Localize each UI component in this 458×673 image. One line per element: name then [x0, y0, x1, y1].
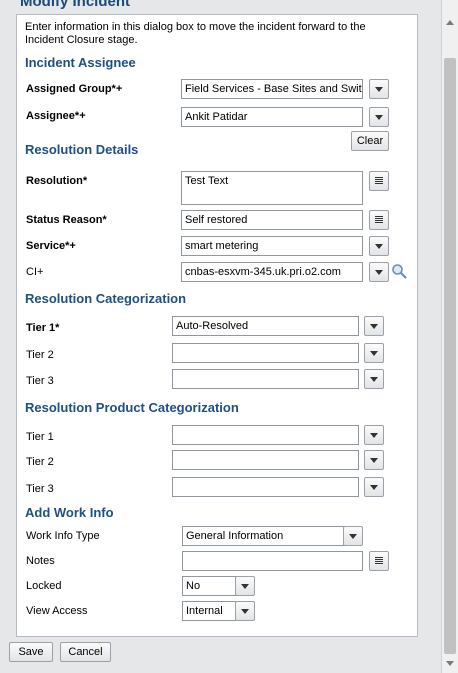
tier1-label: Tier 1* [26, 322, 60, 334]
view-access-select[interactable]: Internal [182, 601, 236, 621]
section-resolution-product-categorization: Resolution Product Categorization [25, 400, 239, 415]
dialog-title: Modify Incident [20, 0, 130, 10]
cancel-button[interactable]: Cancel [60, 642, 111, 662]
save-button[interactable]: Save [9, 642, 53, 662]
view-access-dropdown-button[interactable] [235, 601, 255, 621]
assigned-group-field[interactable]: Field Services - Base Sites and Switch [181, 79, 363, 99]
status-reason-list-button[interactable] [369, 210, 389, 230]
assignee-label: Assignee*+ [26, 110, 86, 122]
ci-dropdown-button[interactable] [369, 262, 389, 282]
ci-field[interactable]: cnbas-esxvm-345.uk.pri.o2.com [181, 262, 363, 282]
tier2-label: Tier 2 [26, 349, 54, 361]
product-tier3-label: Tier 3 [26, 483, 54, 495]
service-label: Service*+ [26, 240, 76, 252]
tier3-field[interactable] [172, 369, 359, 389]
product-tier1-dropdown-button[interactable] [364, 425, 384, 445]
service-dropdown-button[interactable] [369, 236, 389, 256]
view-access-label: View Access [26, 605, 88, 617]
notes-label: Notes [26, 555, 55, 567]
section-add-work-info: Add Work Info [25, 505, 114, 520]
assignee-dropdown-button[interactable] [369, 107, 389, 127]
scroll-up-arrow-icon[interactable] [446, 20, 454, 25]
product-tier2-field[interactable] [172, 450, 359, 470]
product-tier3-dropdown-button[interactable] [364, 477, 384, 497]
assigned-group-label: Assigned Group*+ [26, 83, 123, 95]
tier2-field[interactable] [172, 343, 359, 363]
notes-expand-button[interactable] [369, 551, 389, 571]
product-tier1-field[interactable] [172, 425, 359, 445]
work-info-type-select[interactable]: General Information [182, 526, 345, 546]
resolution-label: Resolution* [26, 175, 88, 187]
tier1-dropdown-button[interactable] [364, 316, 384, 336]
product-tier1-label: Tier 1 [26, 431, 54, 443]
tier3-dropdown-button[interactable] [364, 369, 384, 389]
work-info-type-dropdown-button[interactable] [343, 526, 363, 546]
tier1-field[interactable]: Auto-Resolved [172, 316, 359, 336]
work-info-type-label: Work Info Type [26, 530, 100, 542]
product-tier2-dropdown-button[interactable] [364, 450, 384, 470]
resolution-expand-button[interactable] [369, 171, 389, 191]
dialog-panel: Enter information in this dialog box to … [16, 14, 418, 637]
vertical-scrollbar[interactable] [441, 0, 458, 673]
locked-label: Locked [26, 580, 62, 592]
resolution-field[interactable]: Test Text [181, 171, 363, 205]
assignee-field[interactable]: Ankit Patidar [181, 107, 363, 127]
clear-button[interactable]: Clear [351, 131, 389, 151]
intro-text: Enter information in this dialog box to … [25, 21, 366, 46]
modify-incident-dialog: Modify Incident Enter information in thi… [0, 0, 441, 673]
assigned-group-dropdown-button[interactable] [369, 79, 389, 99]
search-icon[interactable] [391, 263, 407, 279]
section-resolution-categorization: Resolution Categorization [25, 291, 187, 306]
tier3-label: Tier 3 [26, 375, 54, 387]
scroll-down-arrow-icon[interactable] [446, 661, 454, 666]
notes-field[interactable] [182, 551, 363, 571]
service-field[interactable]: smart metering [181, 236, 363, 256]
locked-select[interactable]: No [182, 576, 236, 596]
status-reason-label: Status Reason* [26, 214, 107, 226]
section-incident-assignee: Incident Assignee [25, 55, 136, 70]
section-resolution-details: Resolution Details [25, 142, 139, 157]
status-reason-field[interactable]: Self restored [181, 210, 363, 230]
product-tier3-field[interactable] [172, 477, 359, 497]
ci-label: CI+ [26, 266, 44, 278]
product-tier2-label: Tier 2 [26, 456, 54, 468]
tier2-dropdown-button[interactable] [364, 343, 384, 363]
scrollbar-thumb[interactable] [444, 58, 456, 654]
locked-dropdown-button[interactable] [235, 576, 255, 596]
